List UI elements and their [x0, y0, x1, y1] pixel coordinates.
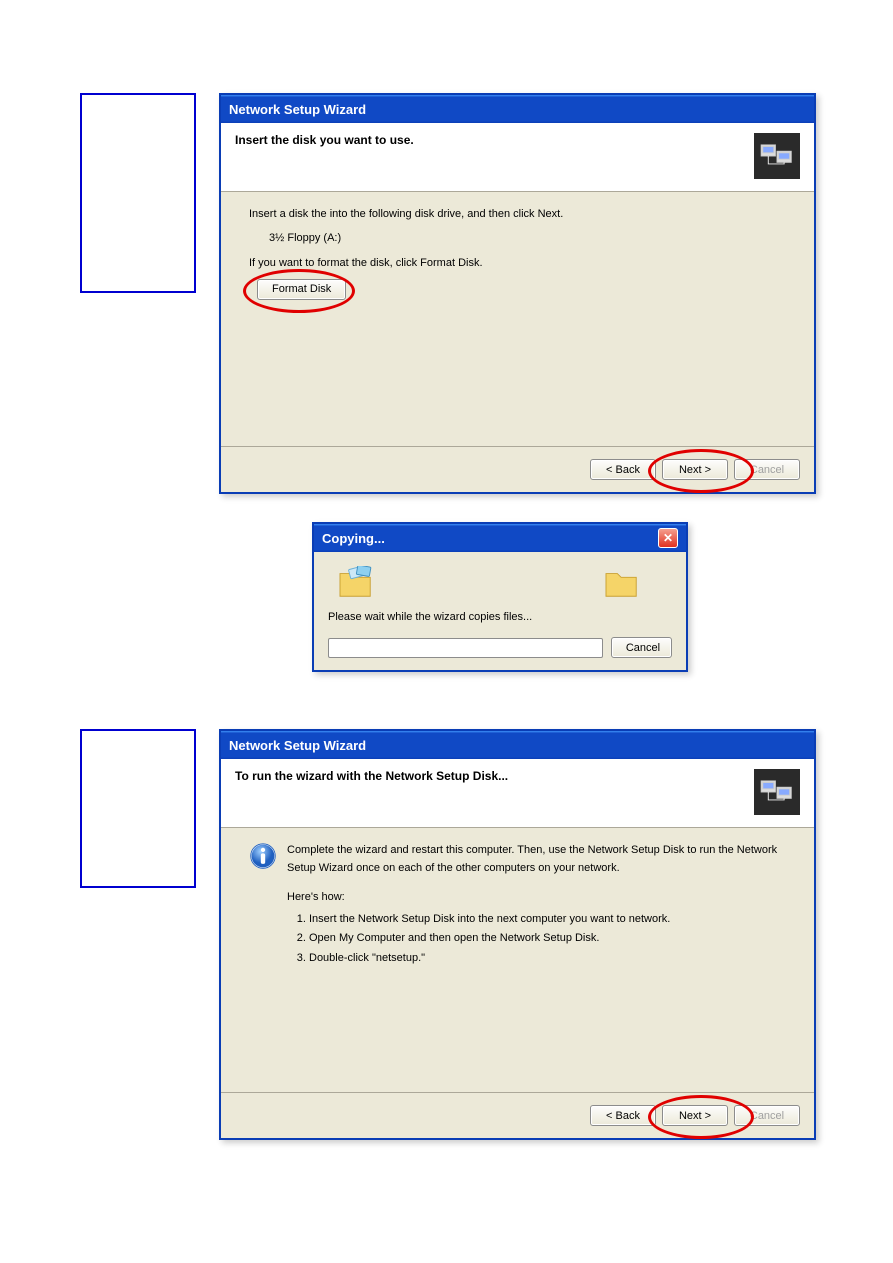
back-button[interactable]: < Back [590, 1105, 656, 1126]
cancel-button: Cancel [734, 459, 800, 480]
format-disk-button[interactable]: Format Disk [257, 279, 346, 300]
progress-bar [328, 638, 603, 658]
next-button[interactable]: Next > [662, 459, 728, 480]
titlebar: Network Setup Wizard [221, 731, 814, 759]
titlebar: Network Setup Wizard [221, 95, 814, 123]
footer-buttons: < Back Next > Cancel [221, 446, 814, 492]
step-item: Open My Computer and then open the Netwo… [309, 930, 786, 948]
cancel-button[interactable]: Cancel [611, 637, 672, 658]
dialog-title: Network Setup Wizard [229, 738, 366, 753]
titlebar: Copying... ✕ [314, 524, 686, 552]
info-icon [249, 842, 277, 877]
footer-buttons: < Back Next > Cancel [221, 1092, 814, 1138]
margin-box-2 [80, 729, 196, 888]
folder-icon [604, 566, 642, 603]
step-item: Insert the Network Setup Disk into the n… [309, 911, 786, 929]
close-icon[interactable]: ✕ [658, 528, 678, 548]
wait-text: Please wait while the wizard copies file… [328, 611, 672, 623]
instruction-text: Insert a disk the into the following dis… [249, 206, 786, 224]
header-text: To run the wizard with the Network Setup… [235, 769, 508, 783]
steps-list: Insert the Network Setup Disk into the n… [287, 911, 786, 968]
dialog-header: To run the wizard with the Network Setup… [221, 759, 814, 828]
network-computer-icon [754, 133, 800, 179]
step-item: Double-click "netsetup." [309, 950, 786, 968]
margin-box-1 [80, 93, 196, 293]
how-heading: Here's how: [287, 889, 786, 907]
dialog-title: Copying... [322, 531, 385, 546]
folder-paper-icon [338, 566, 376, 603]
copying-dialog: Copying... ✕ Please wait while the wizar… [312, 522, 688, 672]
network-setup-wizard-dialog-2: Network Setup Wizard To run the wizard w… [219, 729, 816, 1140]
drive-name: 3½ Floppy (A:) [269, 230, 786, 248]
network-setup-wizard-dialog-1: Network Setup Wizard Insert the disk you… [219, 93, 816, 494]
intro-text: Complete the wizard and restart this com… [287, 842, 786, 877]
back-button[interactable]: < Back [590, 459, 656, 480]
header-text: Insert the disk you want to use. [235, 133, 414, 147]
next-button[interactable]: Next > [662, 1105, 728, 1126]
format-instruction: If you want to format the disk, click Fo… [249, 255, 786, 273]
network-computer-icon [754, 769, 800, 815]
dialog-title: Network Setup Wizard [229, 102, 366, 117]
cancel-button: Cancel [734, 1105, 800, 1126]
dialog-header: Insert the disk you want to use. [221, 123, 814, 192]
